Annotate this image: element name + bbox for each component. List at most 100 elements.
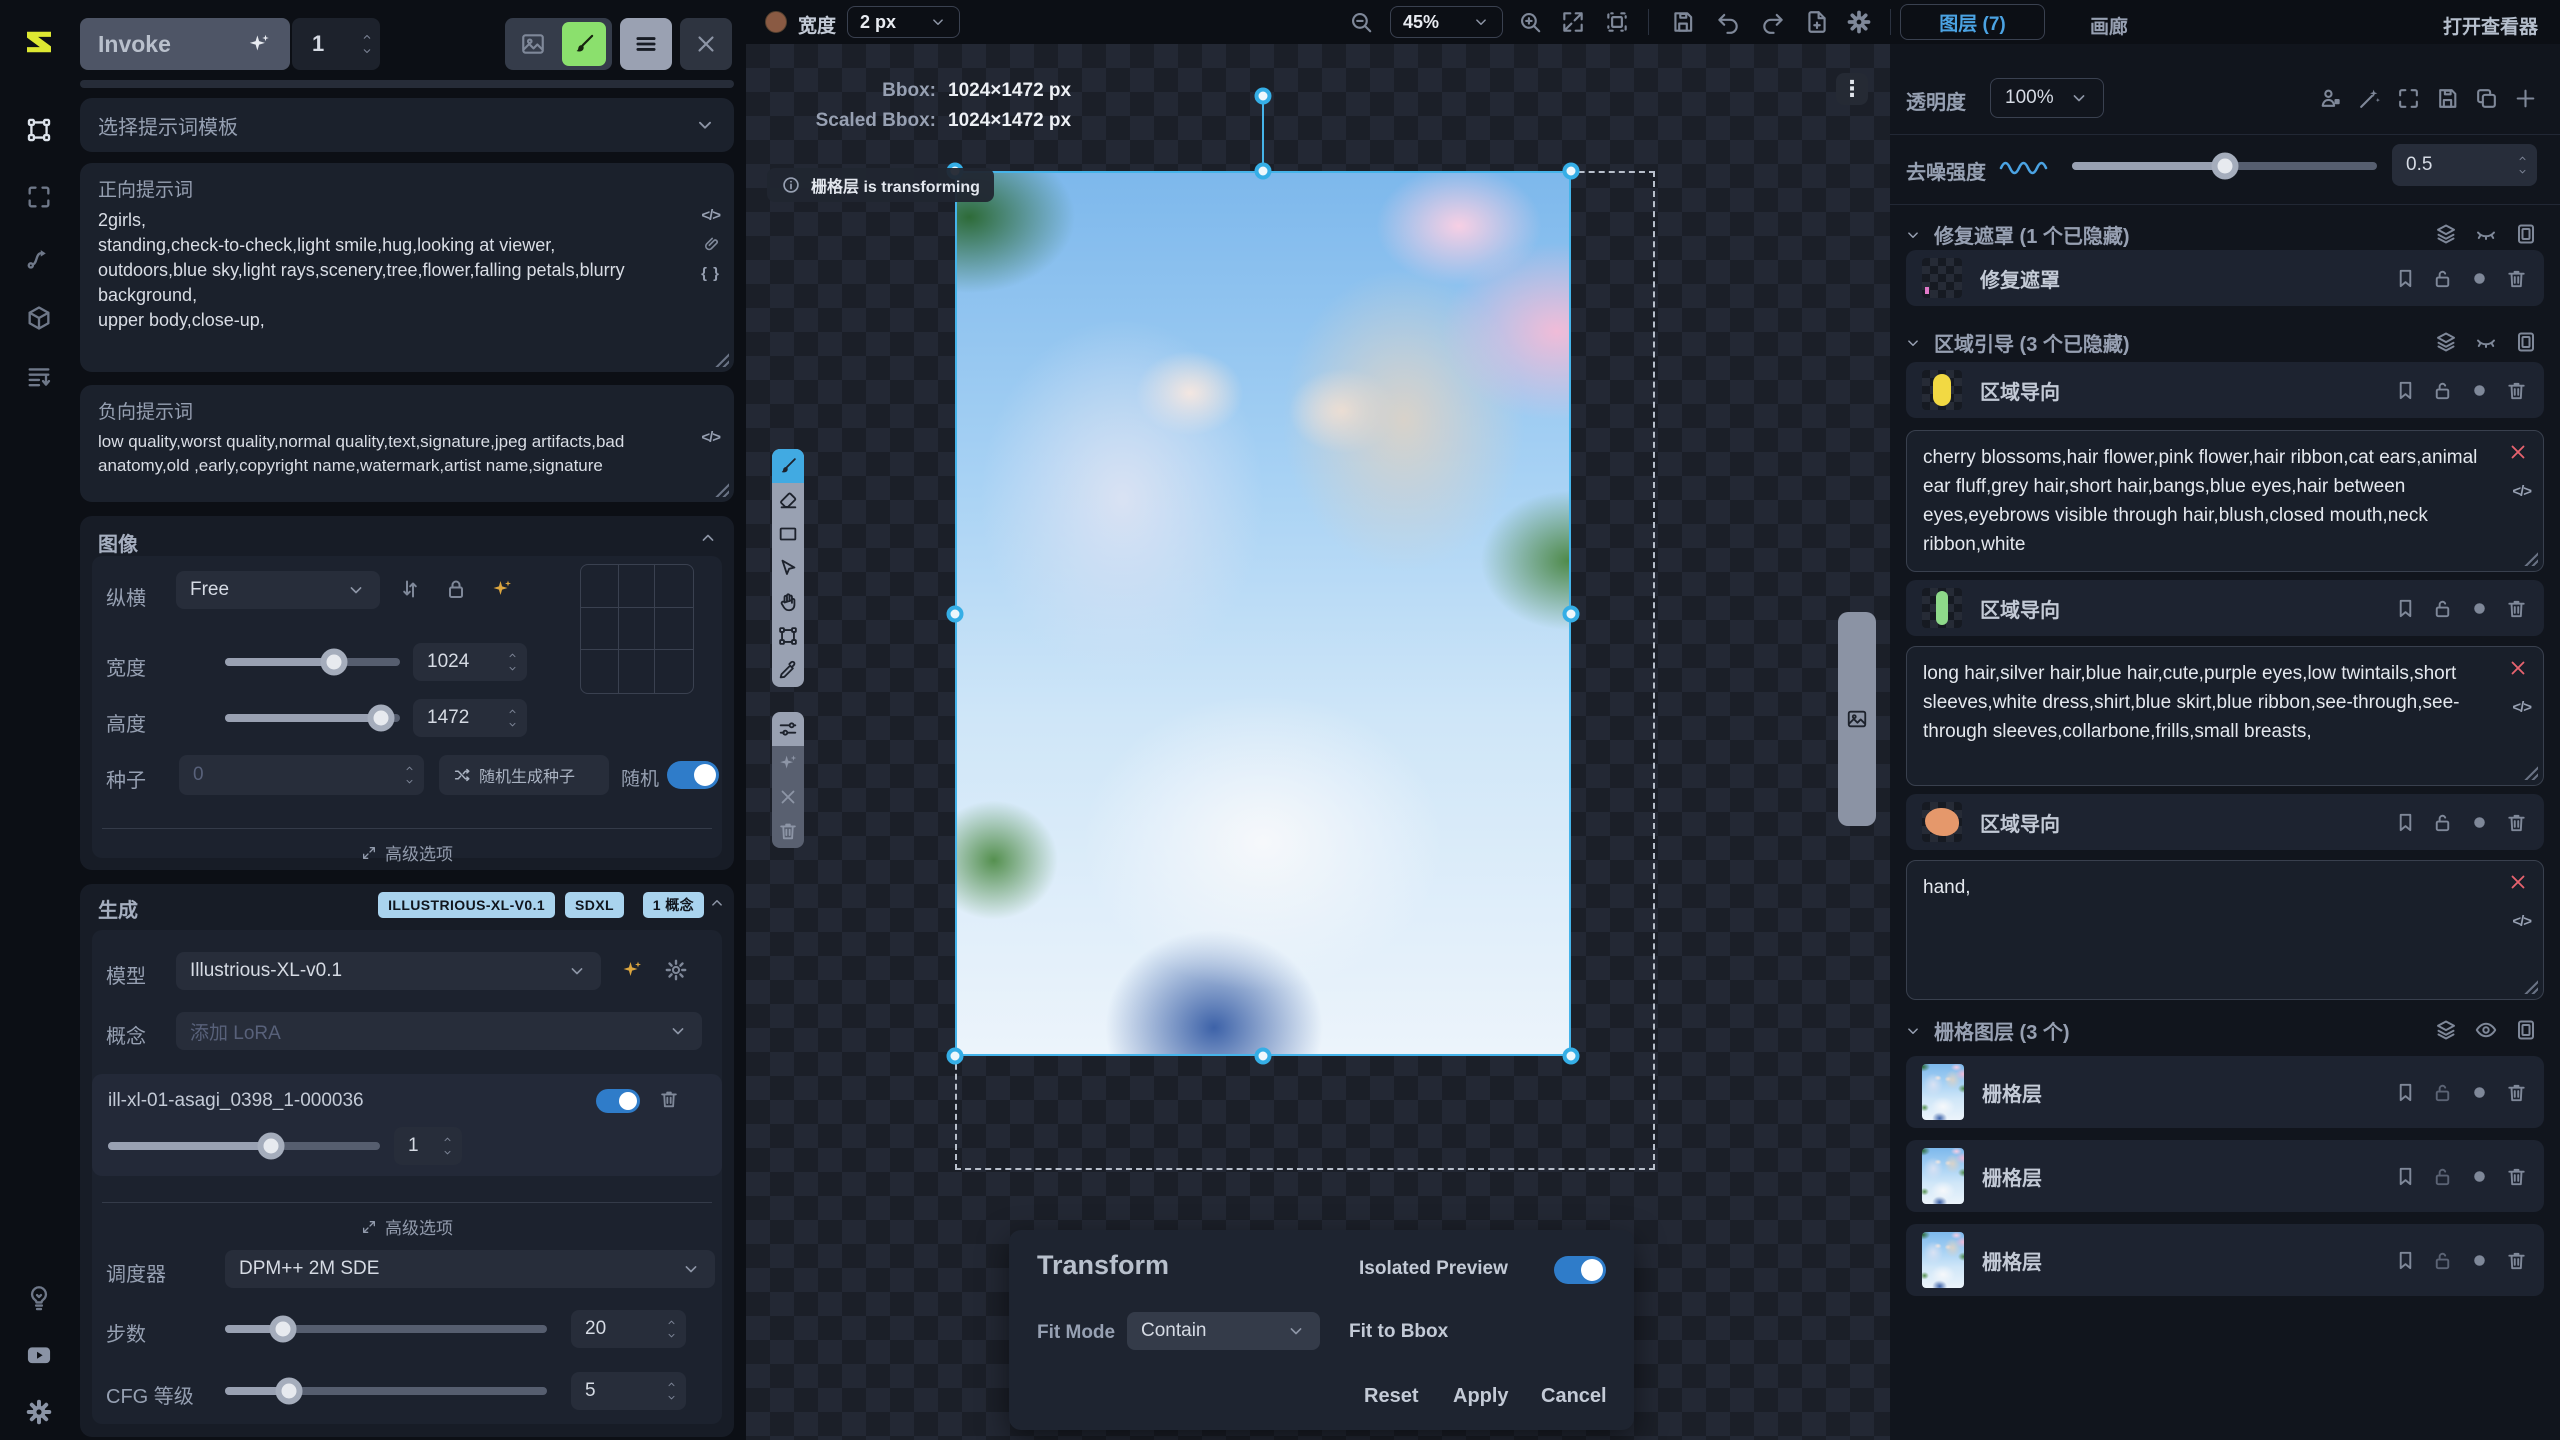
model-settings-button[interactable] xyxy=(664,958,688,982)
zoom-out-button[interactable] xyxy=(1348,9,1374,35)
enabled-dot-icon[interactable] xyxy=(2468,1249,2491,1272)
fit-mode-select[interactable]: Contain xyxy=(1127,1312,1320,1350)
positive-prompt-text[interactable]: 2girls, standing,check-to-check,light sm… xyxy=(98,208,716,333)
regional-section-header[interactable]: 区域引导 (3 个已隐藏) xyxy=(1904,328,2130,357)
positive-prompt-box[interactable]: 正向提示词 2girls, standing,check-to-check,li… xyxy=(80,163,734,372)
seed-stepper[interactable] xyxy=(403,763,416,787)
cfg-stepper[interactable] xyxy=(665,1379,678,1403)
brush-width-select[interactable]: 2 px xyxy=(847,6,960,38)
fit-view-button[interactable] xyxy=(1560,9,1586,35)
trash-icon[interactable] xyxy=(2505,379,2528,402)
open-viewer-button[interactable]: 打开查看器 xyxy=(2443,12,2538,39)
transform-handle-sw[interactable] xyxy=(947,1048,964,1065)
lora-weight-input[interactable]: 1 xyxy=(394,1127,462,1165)
brush-color-swatch[interactable] xyxy=(765,11,787,33)
tab-layers[interactable]: 图层 (7) xyxy=(1900,4,2045,40)
transform-handle-s[interactable] xyxy=(1255,1048,1272,1065)
remove-prompt-icon[interactable] xyxy=(2507,441,2529,463)
queue-count-stepper[interactable]: 1 xyxy=(292,18,380,70)
scheduler-select[interactable]: DPM++ 2M SDE xyxy=(225,1250,715,1288)
unlock-icon[interactable] xyxy=(2431,1081,2454,1104)
code-icon[interactable]: </> xyxy=(701,429,720,446)
randomize-seed-button[interactable]: 随机生成种子 xyxy=(439,755,609,795)
denoise-input[interactable]: 0.5 xyxy=(2392,144,2537,186)
zoom-level-select[interactable]: 45% xyxy=(1390,6,1503,38)
regional-guidance-item[interactable]: 区域导向 xyxy=(1906,580,2544,636)
tool-brush[interactable] xyxy=(772,449,804,483)
lora-weight-stepper[interactable] xyxy=(441,1134,454,1158)
tool-move[interactable] xyxy=(772,551,804,585)
steps-slider[interactable] xyxy=(225,1325,547,1333)
negative-prompt-box[interactable]: 负向提示词 low quality,worst quality,normal q… xyxy=(80,385,734,502)
region-prompt-textarea[interactable]: long hair,silver hair,blue hair,cute,pur… xyxy=(1906,646,2544,786)
zoom-in-button[interactable] xyxy=(1517,9,1543,35)
merge-icon[interactable] xyxy=(2434,1018,2458,1042)
merge-visible-button[interactable] xyxy=(2318,86,2343,111)
enabled-dot-icon[interactable] xyxy=(2468,379,2491,402)
swap-dimensions-button[interactable] xyxy=(398,577,422,601)
trash-icon[interactable] xyxy=(2505,1165,2528,1188)
bookmark-icon[interactable] xyxy=(2394,811,2417,834)
transform-handle-e[interactable] xyxy=(1563,606,1580,623)
regional-guidance-item[interactable]: 区域导向 xyxy=(1906,794,2544,850)
lock-aspect-button[interactable] xyxy=(444,577,468,601)
duplicate-layer-button[interactable] xyxy=(2474,86,2499,111)
save-layer-button[interactable] xyxy=(2435,86,2460,111)
bookmark-icon[interactable] xyxy=(2394,379,2417,402)
lora-select[interactable]: 添加 LoRA xyxy=(176,1012,702,1050)
unlock-icon[interactable] xyxy=(2431,267,2454,290)
opacity-select[interactable]: 100% xyxy=(1990,78,2104,118)
tool-cancel[interactable] xyxy=(772,780,804,814)
enabled-dot-icon[interactable] xyxy=(2468,1081,2491,1104)
board-icon[interactable] xyxy=(2514,1018,2538,1042)
settings-button[interactable] xyxy=(17,1390,61,1434)
denoise-slider[interactable] xyxy=(2072,162,2377,170)
merge-icon[interactable] xyxy=(2434,222,2458,246)
tool-delete[interactable] xyxy=(772,814,804,848)
code-icon[interactable]: </> xyxy=(2512,907,2531,936)
tool-color-picker[interactable] xyxy=(772,653,804,687)
resize-handle[interactable] xyxy=(2522,764,2538,780)
eye-icon[interactable] xyxy=(2474,1018,2498,1042)
collapse-icon[interactable] xyxy=(698,528,718,548)
fit-to-bbox-button[interactable]: Fit to Bbox xyxy=(1349,1321,1448,1343)
reset-button[interactable]: Reset xyxy=(1364,1385,1418,1408)
unlock-icon[interactable] xyxy=(2431,1249,2454,1272)
bookmark-icon[interactable] xyxy=(2394,267,2417,290)
nav-models-button[interactable] xyxy=(17,296,61,340)
cancel-queue-button[interactable] xyxy=(680,18,732,70)
bookmark-icon[interactable] xyxy=(2394,1081,2417,1104)
support-button[interactable] xyxy=(17,1276,61,1320)
model-default-settings-button[interactable] xyxy=(620,958,644,982)
rotate-handle[interactable] xyxy=(1255,88,1272,105)
nav-upscale-button[interactable] xyxy=(17,175,61,219)
resize-handle[interactable] xyxy=(713,481,729,497)
negative-prompt-text[interactable]: low quality,worst quality,normal quality… xyxy=(98,430,716,478)
remove-prompt-icon[interactable] xyxy=(2507,871,2529,893)
paperclip-icon[interactable] xyxy=(702,235,722,255)
unlock-icon[interactable] xyxy=(2431,811,2454,834)
raster-layer-item[interactable]: 栅格层 xyxy=(1906,1140,2544,1212)
undo-button[interactable] xyxy=(1715,9,1741,35)
merge-icon[interactable] xyxy=(2434,330,2458,354)
canvas-stage[interactable]: Bbox: 1024×1472 px Scaled Bbox: 1024×147… xyxy=(746,44,1890,1440)
add-layer-button[interactable] xyxy=(2513,86,2538,111)
generation-advanced-options[interactable]: 高级选项 xyxy=(92,1214,722,1239)
unlock-icon[interactable] xyxy=(2431,379,2454,402)
optimize-size-button[interactable] xyxy=(490,577,514,601)
nav-queue-button[interactable] xyxy=(17,355,61,399)
youtube-button[interactable] xyxy=(17,1333,61,1377)
crop-layer-button[interactable] xyxy=(2396,86,2421,111)
eye-closed-icon[interactable] xyxy=(2474,222,2498,246)
cfg-input[interactable]: 5 xyxy=(571,1372,686,1410)
menu-button[interactable] xyxy=(620,18,672,70)
braces-icon[interactable]: { } xyxy=(701,265,720,282)
regional-guidance-item[interactable]: 区域导向 xyxy=(1906,362,2544,418)
random-seed-toggle[interactable] xyxy=(667,761,719,789)
apply-button[interactable]: Apply xyxy=(1453,1385,1509,1408)
tool-pan[interactable] xyxy=(772,585,804,619)
resize-handle[interactable] xyxy=(2522,978,2538,994)
board-icon[interactable] xyxy=(2514,222,2538,246)
region-prompt-textarea[interactable]: hand, </> xyxy=(1906,860,2544,1000)
filter-layer-button[interactable] xyxy=(2357,86,2382,111)
